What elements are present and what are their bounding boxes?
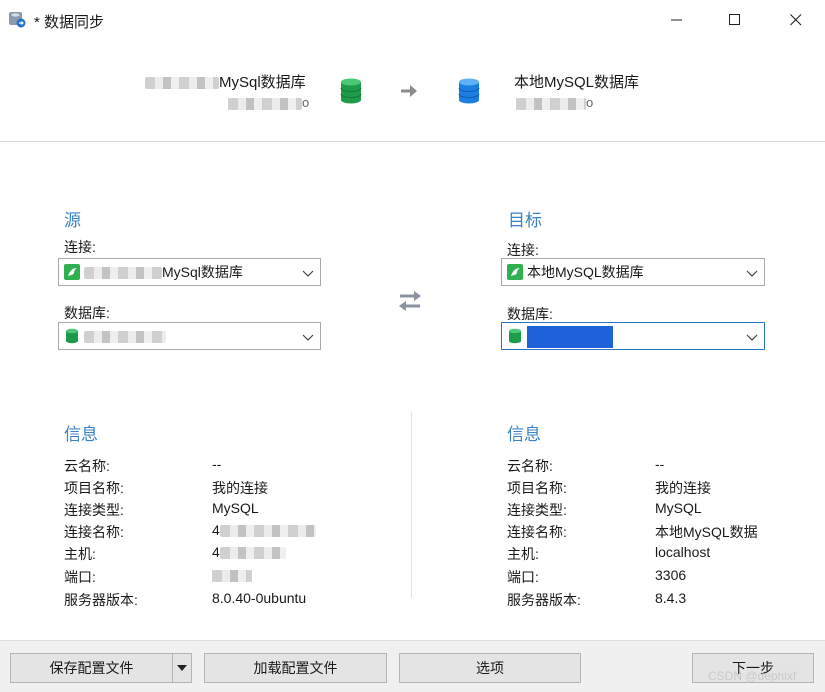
sync-app-icon [8,10,26,28]
source-database-select[interactable] [58,322,321,350]
minimize-icon[interactable] [648,0,706,40]
database-green-icon [340,78,362,107]
sync-summary-header: MySql数据库 o 本地MySQL数据库 o [0,40,825,142]
title-bar: * 数据同步 [0,0,825,40]
close-icon[interactable] [767,0,825,40]
info-label: 项目名称: [507,480,567,496]
target-database-label: 数据库: [507,306,553,322]
target-database-value [527,324,613,348]
info-label: 主机: [507,546,539,562]
load-profile-button[interactable]: 加载配置文件 [204,653,387,683]
header-target-name: 本地MySQL数据库 [514,74,640,91]
info-value: 4 [212,522,316,538]
info-value: MySQL [212,500,259,516]
target-database-select[interactable] [501,322,765,350]
mysql-connection-icon [506,263,524,281]
header-source-name: MySql数据库 [145,71,306,92]
chevron-down-icon [302,266,314,278]
info-label: 连接名称: [507,524,567,540]
source-info-title: 信息 [64,425,98,444]
bottom-toolbar: 保存配置文件 加载配置文件 选项 下一步 [0,640,825,692]
database-green-icon [63,327,81,345]
header-source-sub: o [228,95,309,110]
info-label: 连接名称: [64,524,124,540]
source-title: 源 [64,211,81,230]
info-value: 我的连接 [212,480,268,496]
save-profile-button[interactable]: 保存配置文件 [10,653,173,683]
redacted-text [212,570,252,583]
target-connection-select[interactable]: 本地MySQL数据库 [501,258,765,286]
database-green-icon [506,327,524,345]
mysql-connection-icon [63,263,81,281]
info-value: 3306 [655,567,687,583]
info-label: 连接类型: [64,502,124,518]
info-value: 我的连接 [655,480,711,496]
redacted-text [84,267,162,280]
target-title: 目标 [508,211,542,230]
info-label: 云名称: [64,458,110,474]
database-blue-icon [458,78,480,107]
info-label: 端口: [507,569,539,585]
selected-database-highlight [527,326,613,348]
redacted-text [219,525,316,538]
info-value: localhost [655,544,711,560]
info-value: 本地MySQL数据 [655,524,758,540]
info-label: 服务器版本: [507,592,581,608]
info-label: 端口: [64,569,96,585]
watermark-text: CSDN @dephixf [708,669,797,683]
info-label: 主机: [64,546,96,562]
info-value: MySQL [655,500,702,516]
source-connection-value: MySql数据库 [84,262,243,282]
header-target-sub: o [516,95,593,110]
target-info-title: 信息 [507,425,541,444]
chevron-down-icon [302,330,314,342]
redacted-text [145,77,219,90]
source-connection-select[interactable]: MySql数据库 [58,258,321,286]
info-value: 4 [212,544,286,560]
info-value: -- [212,456,222,472]
options-button[interactable]: 选项 [399,653,581,683]
info-label: 项目名称: [64,480,124,496]
target-connection-label: 连接: [507,242,539,258]
window-title: * 数据同步 [34,14,105,31]
chevron-down-icon [746,266,758,278]
redacted-text [219,547,286,560]
source-connection-label: 连接: [64,239,96,255]
info-label: 连接类型: [507,502,567,518]
redacted-text [228,97,302,110]
info-label: 服务器版本: [64,592,138,608]
info-divider [411,412,412,598]
source-database-value [84,328,166,344]
arrow-right-icon [400,84,418,101]
caret-down-icon [177,665,187,671]
save-profile-dropdown-button[interactable] [172,653,192,683]
source-database-label: 数据库: [64,305,110,321]
maximize-icon[interactable] [706,0,764,40]
info-label: 云名称: [507,458,553,474]
target-connection-value: 本地MySQL数据库 [527,264,644,280]
info-value: -- [655,456,665,472]
info-value [212,567,252,583]
chevron-down-icon [746,330,758,342]
redacted-text [84,331,166,344]
info-value: 8.0.40-0ubuntu [212,590,307,606]
swap-arrows-icon[interactable] [397,289,423,316]
redacted-text [516,97,586,110]
info-value: 8.4.3 [655,590,687,606]
